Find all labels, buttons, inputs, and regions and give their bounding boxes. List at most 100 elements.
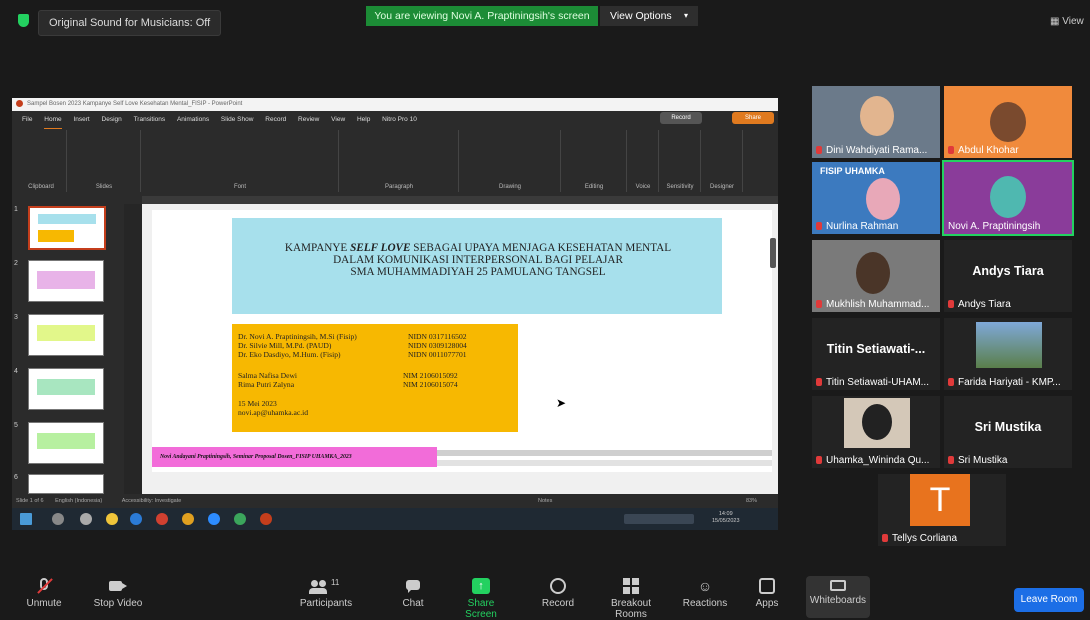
whiteboards-button[interactable]: Whiteboards <box>806 576 870 618</box>
participant-photo <box>844 398 910 448</box>
participant-tile-active-speaker[interactable]: Novi A. Praptiningsih <box>942 160 1074 236</box>
stop-video-button[interactable]: Stop Video <box>90 578 146 609</box>
participant-tile[interactable]: Farida Hariyati - KMP... <box>944 318 1072 390</box>
participant-tile[interactable]: Uhamka_Wininda Qu... <box>812 396 940 468</box>
task-view-icon[interactable] <box>80 513 92 525</box>
participant-name: Farida Hariyati - KMP... <box>948 377 1070 388</box>
participant-name: Abdul Khohar <box>948 145 1070 156</box>
ppt-status-bar: Slide 1 of 6 English (Indonesia) Accessi… <box>12 494 778 508</box>
participant-tile[interactable]: Titin Setiawati-... Titin Setiawati-UHAM… <box>812 318 940 390</box>
slide-footer: Novi Andayani Praptiningsih, Seminar Pro… <box>152 447 437 467</box>
breakout-rooms-icon <box>622 578 640 594</box>
unmute-button[interactable]: Unmute <box>24 578 64 609</box>
taskbar-clock[interactable]: 14:09 15/05/2023 <box>712 511 740 525</box>
language-status[interactable]: English (Indonesia) <box>55 498 102 504</box>
chat-button[interactable]: Chat <box>398 578 428 609</box>
participant-tile[interactable]: Abdul Khohar <box>944 86 1072 158</box>
notes-button[interactable]: Notes <box>538 494 552 508</box>
mic-muted-icon <box>948 378 954 387</box>
grid-icon: ▦ <box>1050 16 1063 27</box>
authors-text: Dr. Novi A. Praptiningsih, M.Si (Fisip) N… <box>238 332 514 417</box>
ribbon-group-font[interactable]: Font <box>142 130 339 192</box>
ribbon-group-paragraph[interactable]: Paragraph <box>340 130 459 192</box>
tab-review[interactable]: Review <box>298 112 319 128</box>
slide[interactable]: KAMPANYE SELF LOVE SEBAGAI UPAYA MENJAGA… <box>152 210 772 472</box>
tab-nitro[interactable]: Nitro Pro 10 <box>382 112 417 128</box>
edge-icon[interactable] <box>130 513 142 525</box>
slide-scrollbar[interactable] <box>770 238 776 268</box>
record-icon <box>550 578 566 594</box>
tab-help[interactable]: Help <box>357 112 370 128</box>
slide-thumbnail[interactable] <box>28 422 104 464</box>
slide-thumbnail[interactable] <box>28 206 106 250</box>
thumbnail-scrollbar[interactable] <box>124 204 142 494</box>
search-icon[interactable] <box>52 513 64 525</box>
chrome-icon[interactable] <box>182 513 194 525</box>
ribbon-group-drawing[interactable]: Drawing <box>460 130 561 192</box>
app-icon[interactable] <box>234 513 246 525</box>
ribbon-group-editing[interactable]: Editing <box>562 130 627 192</box>
tab-record[interactable]: Record <box>265 112 286 128</box>
accessibility-status[interactable]: Accessibility: Investigate <box>122 498 182 504</box>
view-layout-button[interactable]: ▦ View <box>1050 16 1084 27</box>
ribbon-group-voice[interactable]: Voice <box>628 130 659 192</box>
tab-slide-show[interactable]: Slide Show <box>221 112 254 128</box>
tab-animations[interactable]: Animations <box>177 112 209 128</box>
windows-start-icon[interactable] <box>20 513 32 525</box>
zoom-app-icon[interactable] <box>208 513 220 525</box>
group-label: Voice <box>635 184 651 190</box>
author-row: Dr. Novi A. Praptiningsih, M.Si (Fisip) N… <box>238 332 467 341</box>
slide-thumbnail[interactable] <box>28 260 104 302</box>
record-button[interactable]: Record <box>538 578 578 609</box>
ribbon-group-designer[interactable]: Designer <box>702 130 743 192</box>
original-sound-button[interactable]: Original Sound for Musicians: Off <box>38 10 222 36</box>
powerpoint-icon[interactable] <box>260 513 272 525</box>
office-icon[interactable] <box>156 513 168 525</box>
leave-room-button[interactable]: Leave Room <box>1014 588 1084 612</box>
slide-decor-bar <box>437 450 772 456</box>
reactions-button[interactable]: ☺ Reactions <box>680 578 730 609</box>
mic-muted-icon <box>816 378 822 387</box>
participant-name: Uhamka_Wininda Qu... <box>816 455 938 466</box>
breakout-rooms-button[interactable]: Breakout Rooms <box>594 578 668 620</box>
participant-display-name: Andys Tiara <box>972 264 1044 278</box>
tab-view[interactable]: View <box>331 112 345 128</box>
share-screen-button[interactable]: ↑ Share Screen <box>456 578 506 620</box>
zoom-level[interactable]: 83% <box>746 494 757 508</box>
slide-thumbnail[interactable] <box>28 474 104 494</box>
windows-taskbar: 14:09 15/05/2023 <box>12 508 778 530</box>
file-explorer-icon[interactable] <box>106 513 118 525</box>
tab-insert[interactable]: Insert <box>73 112 89 128</box>
slide-title-line1: KAMPANYE SELF LOVE SEBAGAI UPAYA MENJAGA… <box>284 242 672 254</box>
participant-tile[interactable]: Dini Wahdiyati Rama... <box>812 86 940 158</box>
participant-tile[interactable]: Andys Tiara Andys Tiara <box>944 240 1072 312</box>
tab-file[interactable]: File <box>22 112 32 128</box>
apps-button[interactable]: Apps <box>752 578 782 609</box>
view-options-button[interactable]: View Options ▾ <box>600 6 698 26</box>
ppt-record-button[interactable]: Record <box>660 112 702 124</box>
participant-tile[interactable]: T Tellys Corliana <box>878 474 1006 546</box>
participant-display-name: Sri Mustika <box>974 420 1042 434</box>
slide-thumbnail[interactable] <box>28 368 104 410</box>
participant-tile[interactable]: Mukhlish Muhammad... <box>812 240 940 312</box>
participants-icon: 11 <box>309 578 343 594</box>
participant-tile[interactable]: Sri Mustika Sri Mustika <box>944 396 1072 468</box>
participant-tile[interactable]: FISIP UHAMKA Nurlina Rahman <box>812 162 940 234</box>
security-shield-icon[interactable] <box>18 14 29 27</box>
ribbon-group-slides[interactable]: Slides <box>68 130 141 192</box>
tab-home[interactable]: Home <box>44 112 62 129</box>
slide-thumbnail[interactable] <box>28 314 104 356</box>
group-label: Drawing <box>498 184 521 190</box>
participants-button[interactable]: 11 Participants <box>296 578 356 609</box>
ppt-share-button[interactable]: Share <box>732 112 774 124</box>
participant-video <box>860 96 894 136</box>
tab-design[interactable]: Design <box>102 112 122 128</box>
participant-photo <box>976 322 1042 368</box>
slide-count: Slide 1 of 6 <box>16 498 44 504</box>
background-text: FISIP UHAMKA <box>820 166 885 176</box>
system-tray-icons[interactable] <box>624 514 694 524</box>
ribbon-group-clipboard[interactable]: Clipboard <box>16 130 67 192</box>
tab-transitions[interactable]: Transitions <box>134 112 166 128</box>
microphone-muted-icon <box>35 578 53 594</box>
ribbon-group-sensitivity[interactable]: Sensitivity <box>660 130 701 192</box>
